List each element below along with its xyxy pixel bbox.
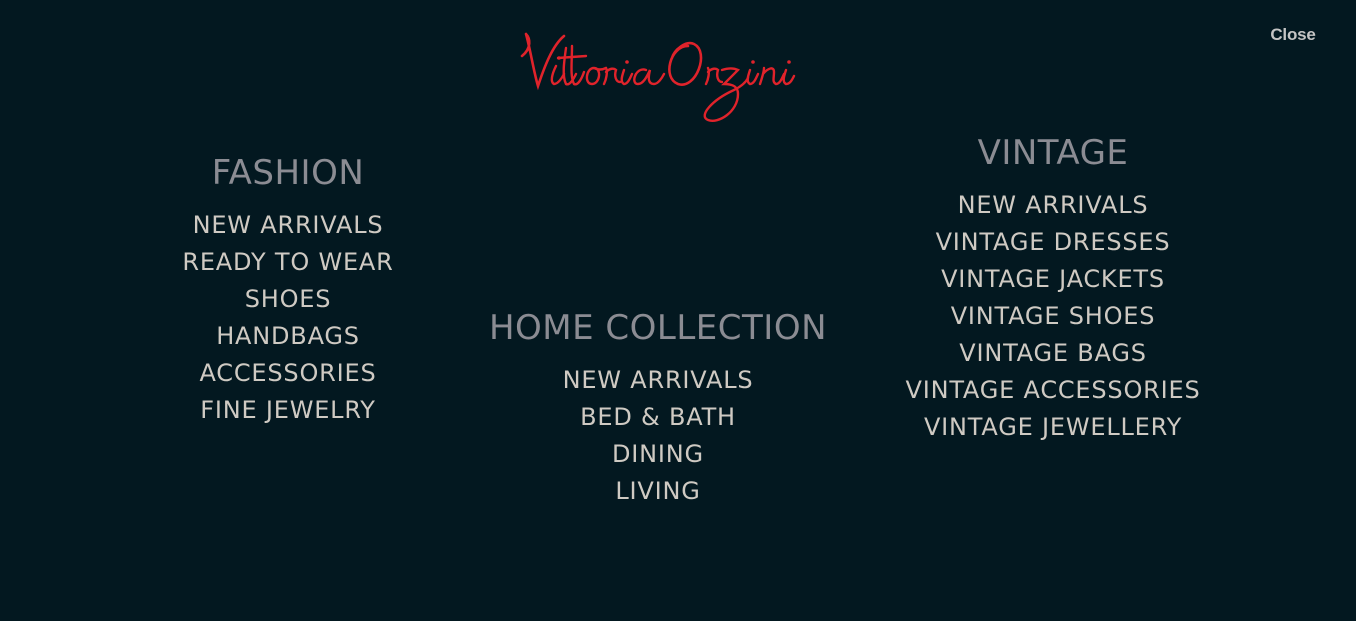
vintage-link-dresses[interactable]: VINTAGE DRESSES	[853, 224, 1253, 261]
brand-logo-script	[520, 32, 796, 122]
vintage-link-shoes[interactable]: VINTAGE SHOES	[853, 298, 1253, 335]
vintage-link-new-arrivals[interactable]: NEW ARRIVALS	[853, 187, 1253, 224]
fashion-heading[interactable]: FASHION	[88, 153, 488, 193]
vintage-menu-column: VINTAGE NEW ARRIVALS VINTAGE DRESSES VIN…	[853, 133, 1253, 446]
vintage-link-jewellery[interactable]: VINTAGE JEWELLERY	[853, 409, 1253, 446]
home-collection-link-list: NEW ARRIVALS BED & BATH DINING LIVING	[458, 362, 858, 510]
home-link-living[interactable]: LIVING	[458, 473, 858, 510]
home-collection-heading[interactable]: HOME COLLECTION	[458, 308, 858, 348]
vintage-link-jackets[interactable]: VINTAGE JACKETS	[853, 261, 1253, 298]
fashion-link-ready-to-wear[interactable]: READY TO WEAR	[88, 244, 488, 281]
fashion-link-fine-jewelry[interactable]: FINE JEWELRY	[88, 392, 488, 429]
close-button[interactable]: Close	[1262, 23, 1324, 47]
home-link-bed-bath[interactable]: BED & BATH	[458, 399, 858, 436]
brand-logo[interactable]	[512, 28, 796, 128]
fashion-link-new-arrivals[interactable]: NEW ARRIVALS	[88, 207, 488, 244]
fashion-link-handbags[interactable]: HANDBAGS	[88, 318, 488, 355]
home-collection-menu-column: HOME COLLECTION NEW ARRIVALS BED & BATH …	[458, 308, 858, 510]
fashion-link-accessories[interactable]: ACCESSORIES	[88, 355, 488, 392]
fashion-menu-column: FASHION NEW ARRIVALS READY TO WEAR SHOES…	[88, 153, 488, 429]
home-link-dining[interactable]: DINING	[458, 436, 858, 473]
home-link-new-arrivals[interactable]: NEW ARRIVALS	[458, 362, 858, 399]
vintage-link-list: NEW ARRIVALS VINTAGE DRESSES VINTAGE JAC…	[853, 187, 1253, 446]
fashion-link-shoes[interactable]: SHOES	[88, 281, 488, 318]
vintage-link-accessories[interactable]: VINTAGE ACCESSORIES	[853, 372, 1253, 409]
vintage-link-bags[interactable]: VINTAGE BAGS	[853, 335, 1253, 372]
fashion-link-list: NEW ARRIVALS READY TO WEAR SHOES HANDBAG…	[88, 207, 488, 429]
vintage-heading[interactable]: VINTAGE	[853, 133, 1253, 173]
